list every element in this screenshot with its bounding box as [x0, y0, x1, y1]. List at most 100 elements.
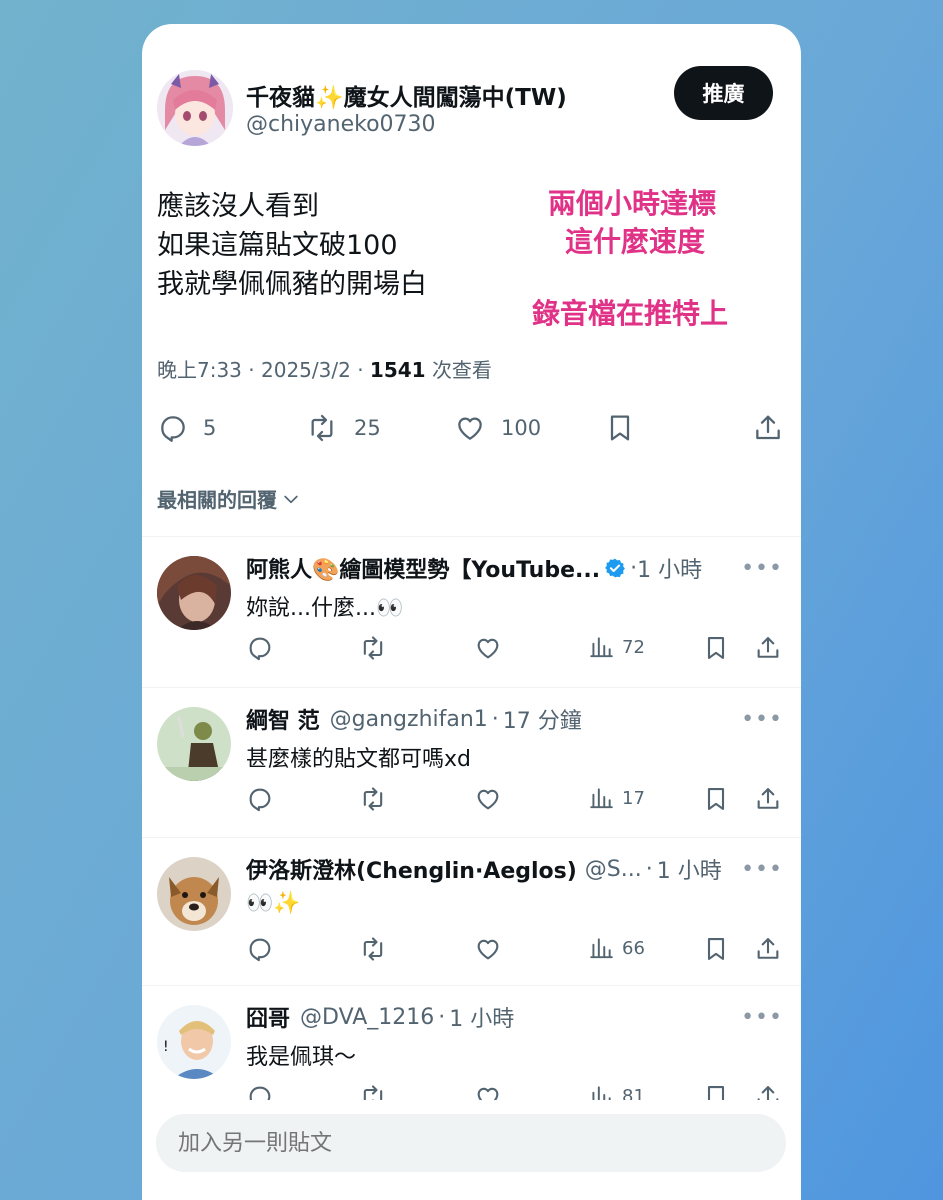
separator: · [438, 1004, 446, 1030]
bar-chart-icon [590, 637, 613, 658]
reply-text: 甚麼樣的貼文都可嗎xd [246, 747, 471, 772]
retweet-icon [363, 636, 383, 660]
heart-icon [458, 417, 482, 440]
author-display-name[interactable]: 千夜貓✨魔女人間闖蕩中(TW) [246, 78, 567, 112]
reply-item[interactable]: 伊洛斯澄林(Chenglin·Aeglos) @S... · 1 小時 ••• … [142, 837, 801, 987]
reply-avatar[interactable] [157, 857, 231, 931]
reply-author-handle[interactable]: @gangzhifan1 [330, 707, 488, 732]
reply-count: 5 [203, 416, 217, 440]
share-button[interactable] [754, 634, 782, 662]
heart-icon [477, 638, 499, 659]
author-avatar[interactable] [157, 70, 233, 146]
retweet-button[interactable] [358, 935, 388, 963]
reply-avatar[interactable]: ! [157, 1005, 231, 1079]
reply-button[interactable]: 5 [157, 412, 216, 444]
bookmark-icon [707, 637, 725, 659]
views-button[interactable]: 17 [588, 785, 645, 811]
reply-avatar[interactable] [157, 707, 231, 781]
heart-icon [477, 789, 499, 810]
views-button[interactable]: 72 [588, 634, 645, 660]
like-button[interactable] [474, 935, 502, 963]
more-options-icon[interactable]: ••• [741, 1005, 783, 1030]
reply-button[interactable] [246, 935, 274, 963]
views-label: 次查看 [431, 358, 492, 382]
overlay-annotation: 這什麼速度 [565, 225, 706, 258]
reply-icon [161, 416, 185, 442]
share-button[interactable] [754, 785, 782, 813]
tweet-metadata: 晚上7:33 · 2025/3/2 · 1541 次查看 [157, 358, 492, 382]
tweet-detail-card: 千夜貓✨魔女人間闖蕩中(TW) @chiyaneko0730 推廣 應該沒人看到… [142, 24, 801, 1200]
reply-action-bar: 66 [246, 935, 786, 965]
like-button[interactable] [474, 785, 502, 813]
reply-time[interactable]: 1 小時 [637, 552, 702, 584]
reply-author-name[interactable]: 阿熊人🎨繪圖模型勢【YouTube... [246, 552, 600, 584]
reply-sort-dropdown[interactable]: 最相關的回覆 [157, 484, 301, 513]
reply-author-name[interactable]: 綱智 范 [246, 703, 320, 735]
bookmark-button[interactable] [702, 935, 730, 963]
reply-item[interactable]: 綱智 范 @gangzhifan1 · 17 分鐘 ••• 甚麼樣的貼文都可嗎x… [142, 687, 801, 837]
bar-chart-icon [590, 938, 613, 959]
bookmark-icon [610, 415, 630, 441]
views-count: 1541 [369, 358, 426, 382]
retweet-icon [363, 787, 383, 811]
retweet-button[interactable]: 25 [304, 412, 381, 444]
share-icon [757, 938, 779, 959]
separator: · [630, 555, 638, 581]
reply-button[interactable] [246, 634, 274, 662]
reply-header: 阿熊人🎨繪圖模型勢【YouTube... · 1 小時 [246, 552, 781, 584]
tweet-text-line: 我就學佩佩豬的開場白 [157, 269, 427, 300]
bookmark-icon [707, 938, 725, 960]
compose-bar [142, 1100, 801, 1200]
reply-text: 👀✨ [246, 891, 301, 916]
view-count: 66 [622, 937, 645, 959]
reply-header: 囧哥 @DVA_1216 · 1 小時 [246, 1001, 781, 1033]
reply-time[interactable]: 1 小時 [449, 1001, 514, 1033]
more-options-icon[interactable]: ••• [741, 707, 783, 732]
author-handle[interactable]: @chiyaneko0730 [246, 112, 436, 137]
reply-action-bar: 17 [246, 785, 786, 815]
reply-icon [249, 637, 271, 661]
reply-time[interactable]: 1 小時 [657, 853, 722, 885]
bookmark-button[interactable] [702, 785, 730, 813]
reply-author-name[interactable]: 囧哥 [246, 1001, 290, 1033]
reply-author-name[interactable]: 伊洛斯澄林(Chenglin·Aeglos) [246, 853, 577, 885]
reply-author-handle[interactable]: @S... [585, 857, 642, 882]
reply-author-handle[interactable]: @DVA_1216 [300, 1005, 434, 1030]
tweet-date[interactable]: 2025/3/2 [261, 358, 351, 382]
view-count: 17 [622, 787, 645, 809]
compose-reply-input[interactable] [156, 1114, 786, 1172]
views-button[interactable]: 66 [588, 935, 645, 961]
retweet-button[interactable] [358, 634, 388, 662]
more-options-icon[interactable]: ••• [741, 556, 783, 581]
heart-icon [477, 939, 499, 960]
tweet-text-line: 如果這篇貼文破100 [157, 230, 398, 261]
share-icon [756, 415, 780, 440]
reply-button[interactable] [246, 785, 274, 813]
share-icon [757, 637, 779, 658]
reply-text: 我是佩琪～ [246, 1045, 357, 1070]
retweet-icon [311, 414, 333, 442]
bookmark-button[interactable] [702, 634, 730, 662]
reply-icon [249, 938, 271, 962]
reply-time[interactable]: 17 分鐘 [503, 703, 582, 735]
share-button[interactable] [751, 412, 785, 444]
reply-action-bar: 72 [246, 634, 786, 664]
like-button[interactable] [474, 634, 502, 662]
overlay-annotation: 錄音檔在推特上 [532, 297, 729, 330]
reply-item[interactable]: 阿熊人🎨繪圖模型勢【YouTube... · 1 小時 ••• 妳說...什麼.… [142, 536, 801, 686]
reply-icon [249, 788, 271, 812]
tweet-time[interactable]: 晚上7:33 [157, 358, 242, 382]
reply-avatar[interactable] [157, 556, 231, 630]
svg-text:!: ! [163, 1039, 169, 1055]
more-options-icon[interactable]: ••• [741, 857, 783, 882]
promote-button[interactable]: 推廣 [674, 66, 773, 120]
retweet-button[interactable] [358, 785, 388, 813]
bookmark-button[interactable] [604, 412, 636, 444]
chevron-down-icon [284, 495, 298, 503]
like-count: 100 [501, 416, 542, 440]
share-button[interactable] [754, 935, 782, 963]
verified-badge-icon [605, 558, 625, 578]
like-button[interactable]: 100 [453, 412, 541, 444]
reply-header: 綱智 范 @gangzhifan1 · 17 分鐘 [246, 703, 781, 735]
reply-sort-label: 最相關的回覆 [157, 488, 277, 512]
